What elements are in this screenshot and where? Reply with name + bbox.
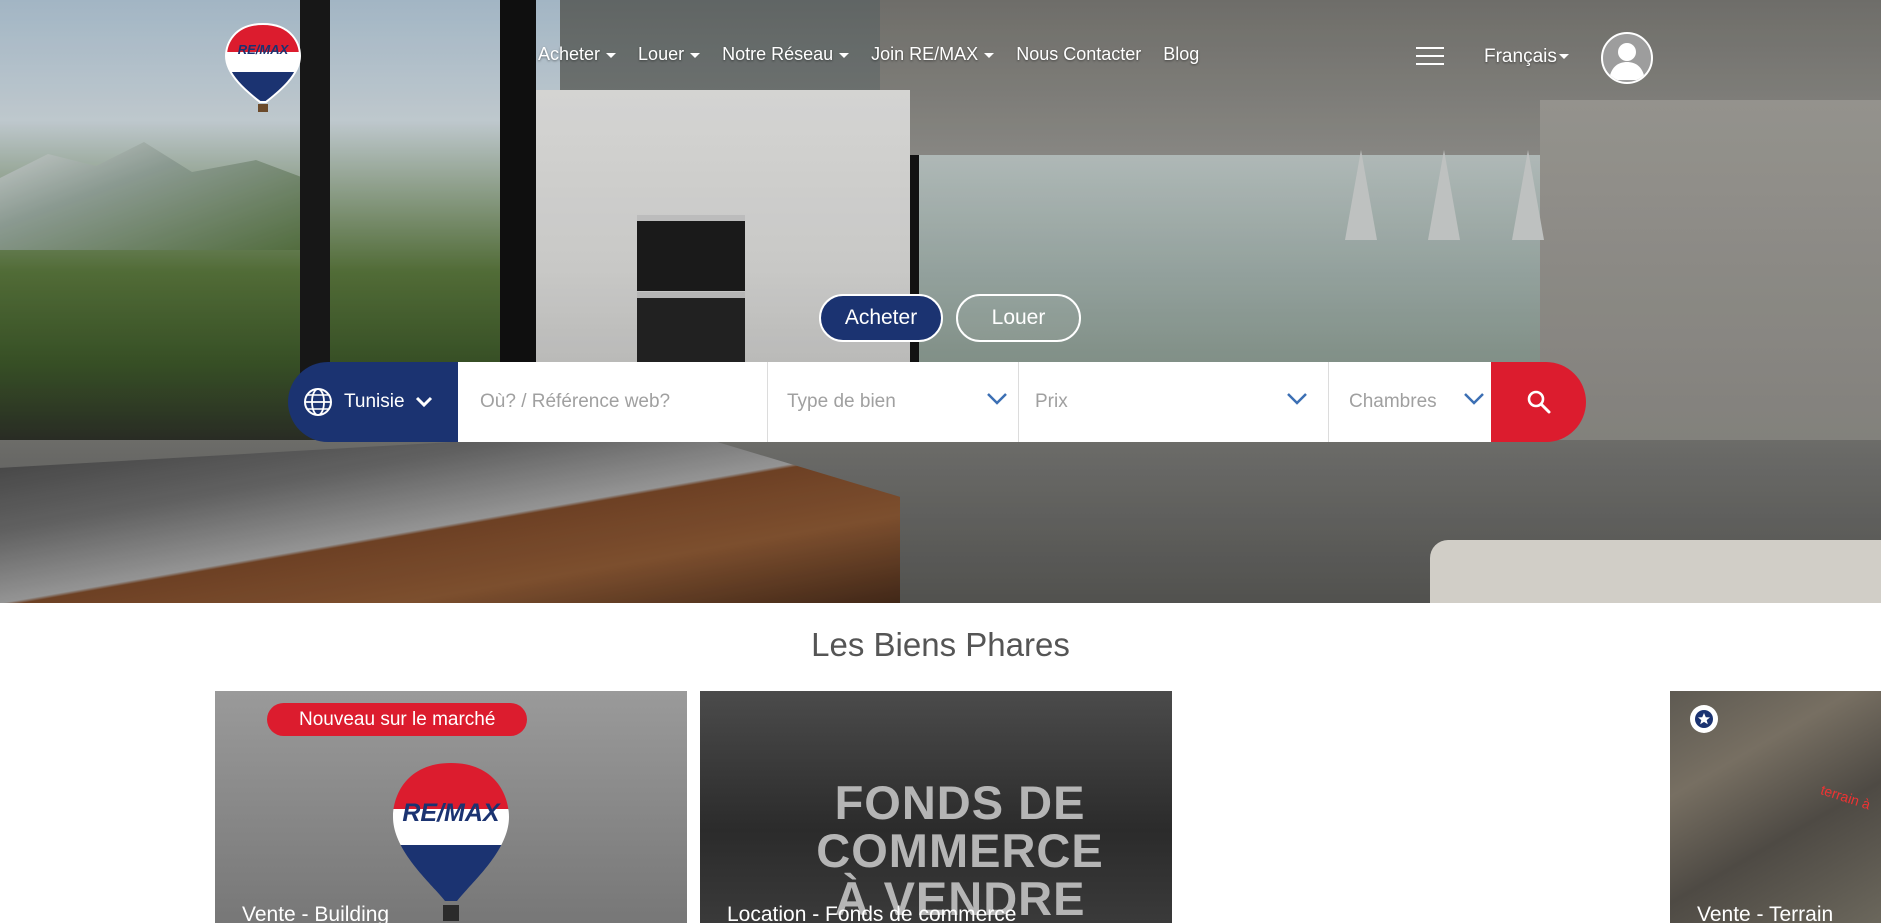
property-card-caption: Vente - Building [242, 903, 390, 923]
country-selector[interactable]: Tunisie [288, 362, 458, 442]
caret-down-icon [839, 52, 850, 58]
nav-item-nous-contacter[interactable]: Nous Contacter [1016, 44, 1141, 65]
nav-item-blog[interactable]: Blog [1163, 44, 1199, 65]
nav-label: Join RE/MAX [871, 44, 979, 64]
nav-label: Nous Contacter [1016, 44, 1142, 64]
search-icon [1527, 390, 1550, 414]
bedrooms-placeholder: Chambres [1349, 391, 1437, 412]
remax-balloon-image [393, 763, 509, 921]
property-card[interactable]: FONDS DE COMMERCE À VENDRE Location - Fo… [700, 691, 1172, 923]
caret-down-icon [690, 52, 701, 58]
nav-item-join-remax[interactable]: Join RE/MAX [871, 44, 995, 65]
property-type-placeholder: Type de bien [787, 391, 896, 412]
card-image-text: FONDS DE COMMERCE À VENDRE [816, 776, 1104, 923]
chevron-down-icon [415, 396, 432, 408]
nav-item-notre-reseau[interactable]: Notre Réseau [722, 44, 850, 65]
property-card[interactable]: Nouveau sur le marché RE/MAX Vente - Bui… [215, 691, 687, 923]
nav-label: Blog [1163, 44, 1200, 64]
property-type-select[interactable]: Type de bien [768, 362, 1019, 442]
rent-toggle-button[interactable]: Louer [956, 294, 1081, 342]
language-label: Français [1484, 46, 1557, 67]
globe-icon [304, 388, 332, 416]
caret-down-icon [606, 52, 617, 58]
search-button[interactable] [1491, 362, 1586, 442]
language-selector[interactable]: Français [1484, 46, 1569, 68]
nav-label: Notre Réseau [722, 44, 834, 64]
remax-logo[interactable]: RE/MAX [224, 22, 302, 114]
logo-text: RE/MAX [237, 42, 289, 57]
caret-down-icon [984, 52, 995, 58]
country-label: Tunisie [344, 391, 405, 412]
caret-down-icon [1558, 54, 1569, 60]
price-select[interactable]: Prix [1019, 362, 1329, 442]
chevron-down-icon [1287, 393, 1307, 405]
featured-section-title: Les Biens Phares [811, 626, 1070, 663]
location-field [458, 362, 768, 442]
buy-toggle-button[interactable]: Acheter [819, 294, 943, 342]
price-placeholder: Prix [1035, 391, 1068, 412]
property-card-caption: Vente - Terrain [1697, 903, 1834, 923]
nav-item-acheter[interactable]: Acheter [538, 44, 617, 65]
chevron-down-icon [987, 393, 1007, 405]
main-nav: Acheter Louer Notre Réseau Join RE/MAX N… [538, 44, 1199, 65]
property-card[interactable]: terrain à Vente - Terrain [1670, 691, 1881, 923]
featured-pin-icon [1690, 705, 1718, 733]
hamburger-icon[interactable] [1416, 47, 1444, 65]
nav-item-louer[interactable]: Louer [638, 44, 701, 65]
card-image-text: terrain à [1818, 781, 1873, 813]
chevron-down-icon [1464, 393, 1484, 405]
user-silhouette-icon [1609, 43, 1645, 80]
bedrooms-select[interactable]: Chambres [1329, 362, 1491, 442]
location-search-input[interactable] [478, 390, 762, 414]
property-card-caption: Location - Fonds de commerce [727, 903, 1017, 923]
user-avatar-icon[interactable] [1601, 32, 1653, 84]
balloon-logo-icon [224, 22, 302, 112]
search-bar: Tunisie Type de bien Prix Chambres [288, 362, 1586, 442]
new-listing-badge: Nouveau sur le marché [267, 703, 528, 736]
card-logo-text: RE/MAX [402, 799, 500, 827]
star-marker-icon [1695, 710, 1713, 728]
nav-label: Louer [638, 44, 685, 64]
nav-label: Acheter [538, 44, 601, 64]
